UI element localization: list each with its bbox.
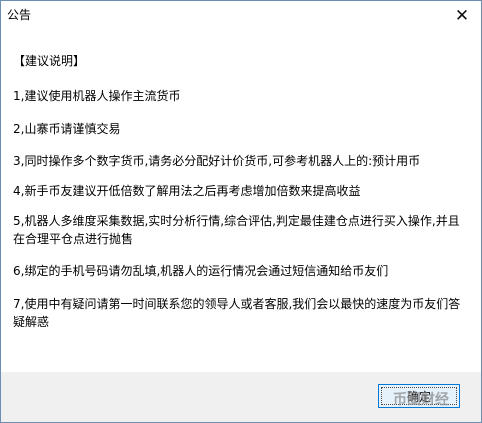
announcement-line-7: 7,使用中有疑问请第一时间联系您的领导人或者客服,我们会以最快的速度为币友们答疑…: [13, 297, 461, 329]
watermark-logo: 币圈财经: [393, 392, 449, 408]
announcement-line-1: 1,建议使用机器人操作主流货币: [13, 89, 181, 103]
announcement-line-3: 3,同时操作多个数字货币,请务必分配好计价货币,可参考机器人上的:预计用币: [13, 154, 421, 168]
announcement-line-4: 4,新手币友建议开低倍数了解用法之后再考虑增加倍数来提高收益: [13, 184, 361, 198]
dialog-title: 公告: [7, 8, 32, 22]
announcement-dialog: 公告 ✕ 【建议说明】 1,建议使用机器人操作主流货币 2,山寨币请谨慎交易 3…: [0, 0, 482, 423]
announcement-heading: 【建议说明】: [13, 54, 86, 68]
title-bar: 公告 ✕: [1, 1, 481, 31]
dialog-footer: 确定 币圈财经: [1, 372, 481, 422]
close-icon[interactable]: ✕: [443, 1, 481, 31]
announcement-line-5: 5,机器人多维度采集数据,实时分析行情,综合评估,判定最佳建仓点进行买入操作,并…: [13, 214, 460, 246]
announcement-line-2: 2,山寨币请谨慎交易: [13, 122, 121, 136]
announcement-line-6: 6,绑定的手机号码请勿乱填,机器人的运行情况会通过短信通知给币友们: [13, 264, 389, 278]
announcement-content: 【建议说明】 1,建议使用机器人操作主流货币 2,山寨币请谨慎交易 3,同时操作…: [1, 31, 481, 372]
